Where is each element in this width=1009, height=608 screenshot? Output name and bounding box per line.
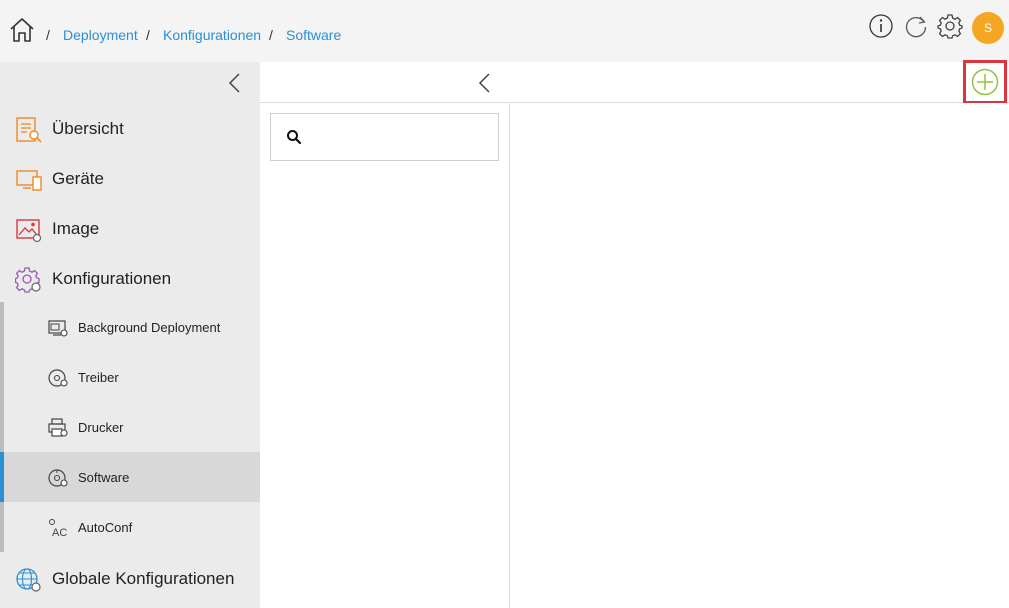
sidebar-item-uebersicht[interactable]: Übersicht	[0, 104, 260, 154]
sidebar-item-geraete[interactable]: Geräte	[0, 154, 260, 204]
user-avatar[interactable]: S	[972, 12, 1004, 44]
svg-text:AC: AC	[52, 527, 67, 539]
sidebar-item-label: Übersicht	[52, 119, 124, 138]
global-config-icon	[15, 566, 43, 594]
sidebar-item-label: Image	[52, 219, 100, 238]
list-panel-collapse-chevron-icon[interactable]	[475, 70, 495, 96]
breadcrumb-separator: /	[146, 27, 150, 43]
sidebar-subitem-autoconf[interactable]: AC AutoConf	[0, 502, 260, 552]
printer-icon	[47, 417, 69, 439]
app-root: / Deployment / Konfigurationen / Softwar…	[0, 0, 1009, 608]
driver-icon	[47, 367, 69, 389]
sidebar-subitem-software[interactable]: Software	[0, 452, 260, 502]
settings-gear-icon[interactable]	[937, 13, 963, 39]
configurations-icon	[14, 266, 43, 294]
software-list-panel	[260, 103, 510, 608]
sidebar-subitem-background-deployment[interactable]: Background Deployment	[0, 302, 260, 352]
sidebar-subitem-drucker[interactable]: Drucker	[0, 402, 260, 452]
breadcrumb-separator: /	[269, 27, 273, 43]
top-header: / Deployment / Konfigurationen / Softwar…	[0, 0, 1009, 62]
background-deployment-icon	[47, 317, 69, 339]
software-icon	[47, 467, 69, 489]
sidebar-item-globale-konfigurationen[interactable]: Globale Konfigurationen	[0, 554, 260, 604]
sidebar-subitem-label: Software	[78, 470, 130, 485]
search-input[interactable]	[311, 124, 491, 150]
refresh-icon[interactable]	[903, 13, 929, 39]
sidebar-item-image[interactable]: Image	[0, 204, 260, 254]
sidebar: Übersicht Geräte Image Konfigurationen B…	[0, 62, 260, 608]
autoconf-icon: AC	[47, 517, 69, 539]
image-icon	[15, 216, 43, 244]
software-detail-panel	[510, 103, 1009, 608]
info-icon[interactable]	[868, 13, 894, 39]
sidebar-collapse-chevron-icon[interactable]	[224, 70, 246, 96]
devices-icon	[15, 166, 43, 194]
add-button[interactable]	[963, 60, 1007, 104]
plus-circle-icon	[970, 67, 1000, 97]
sidebar-item-label: Konfigurationen	[52, 269, 172, 288]
sidebar-subitem-label: Drucker	[78, 420, 124, 435]
content-toolbar	[260, 60, 1009, 104]
breadcrumb-deployment[interactable]: Deployment	[63, 27, 138, 43]
sidebar-subitem-label: Treiber	[78, 370, 119, 385]
sidebar-subitem-treiber[interactable]: Treiber	[0, 352, 260, 402]
sidebar-subitem-label: AutoConf	[78, 520, 133, 535]
sidebar-item-label: Geräte	[52, 169, 104, 188]
search-box[interactable]	[270, 113, 499, 161]
sidebar-item-label: Globale Konfigurationen	[52, 569, 235, 588]
home-icon[interactable]	[8, 16, 36, 44]
search-icon	[286, 129, 302, 145]
breadcrumb-software[interactable]: Software	[286, 27, 341, 43]
sidebar-subitem-label: Background Deployment	[78, 320, 221, 335]
breadcrumb-konfigurationen[interactable]: Konfigurationen	[163, 27, 261, 43]
sidebar-item-konfigurationen[interactable]: Konfigurationen	[0, 254, 260, 304]
overview-icon	[15, 116, 43, 144]
breadcrumb-separator: /	[46, 27, 50, 43]
